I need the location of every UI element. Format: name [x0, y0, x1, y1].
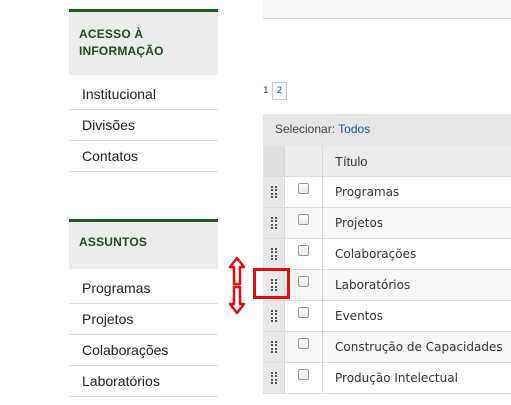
- content-table: Selecionar: Todos Título Programas Projet…: [263, 114, 511, 394]
- row-checkbox-cell: [285, 301, 323, 331]
- drag-handle-icon[interactable]: [263, 270, 285, 300]
- pagination: 12: [263, 82, 288, 100]
- sidebar-access-info: ACESSO À INFORMAÇÃO Institucional Divisõ…: [69, 9, 218, 172]
- heading-line1: ACESSO À: [79, 27, 144, 41]
- arrow-down-icon: [228, 285, 246, 315]
- row-checkbox-cell: [285, 270, 323, 300]
- sidebar-item-projetos[interactable]: Projetos: [69, 304, 218, 335]
- drag-column-header: [263, 146, 285, 176]
- table-row: Produção Intelectual: [263, 363, 511, 394]
- table-row: Colaborações: [263, 239, 511, 270]
- row-checkbox[interactable]: [298, 245, 309, 256]
- table-row: Construção de Capacidades: [263, 332, 511, 363]
- sidebar-item-institucional[interactable]: Institucional: [69, 79, 218, 110]
- select-label: Selecionar:: [275, 122, 336, 136]
- page-link-2[interactable]: 2: [271, 82, 288, 100]
- sidebar-item-laboratorios[interactable]: Laboratórios: [69, 366, 218, 397]
- table-row: Programas: [263, 177, 511, 208]
- table-row: Projetos: [263, 208, 511, 239]
- select-all-link[interactable]: Todos: [338, 122, 370, 136]
- row-title[interactable]: Projetos: [323, 208, 511, 238]
- sidebar-item-divisoes[interactable]: Divisões: [69, 110, 218, 141]
- row-checkbox[interactable]: [298, 276, 309, 287]
- row-checkbox[interactable]: [298, 307, 309, 318]
- drag-handle-icon[interactable]: [263, 239, 285, 269]
- table-header-row: Título: [263, 146, 511, 177]
- sidebar-assuntos: ASSUNTOS Programas Projetos Colaborações…: [69, 219, 218, 397]
- row-title[interactable]: Programas: [323, 177, 511, 207]
- row-checkbox-cell: [285, 177, 323, 207]
- drag-handle-icon[interactable]: [263, 177, 285, 207]
- row-checkbox[interactable]: [298, 183, 309, 194]
- sidebar-heading-access-info: ACESSO À INFORMAÇÃO: [69, 9, 218, 75]
- title-column-header[interactable]: Título: [323, 146, 511, 176]
- row-title[interactable]: Laboratórios: [323, 270, 511, 300]
- checkbox-column-header: [285, 146, 323, 176]
- row-checkbox[interactable]: [298, 369, 309, 380]
- page-current: 1: [263, 86, 269, 96]
- row-checkbox-cell: [285, 239, 323, 269]
- row-checkbox-cell: [285, 363, 323, 393]
- drag-handle-icon[interactable]: [263, 301, 285, 331]
- table-row: Laboratórios: [263, 270, 511, 301]
- row-checkbox-cell: [285, 208, 323, 238]
- row-title[interactable]: Colaborações: [323, 239, 511, 269]
- select-bar: Selecionar: Todos: [263, 114, 511, 146]
- drag-handle-icon[interactable]: [263, 208, 285, 238]
- drag-handle-icon[interactable]: [263, 363, 285, 393]
- table-row: Eventos: [263, 301, 511, 332]
- sidebar-item-colaboracoes[interactable]: Colaborações: [69, 335, 218, 366]
- sidebar-item-programas[interactable]: Programas: [69, 273, 218, 304]
- drag-handle-icon[interactable]: [263, 332, 285, 362]
- row-title[interactable]: Produção Intelectual: [323, 363, 511, 393]
- row-title[interactable]: Construção de Capacidades: [323, 332, 511, 362]
- row-title[interactable]: Eventos: [323, 301, 511, 331]
- heading-line2: INFORMAÇÃO: [79, 44, 164, 58]
- sidebar-heading-assuntos: ASSUNTOS: [69, 219, 218, 269]
- row-checkbox[interactable]: [298, 338, 309, 349]
- row-checkbox-cell: [285, 332, 323, 362]
- sidebar-item-contatos[interactable]: Contatos: [69, 141, 218, 172]
- arrow-up-icon: [228, 256, 246, 286]
- top-panel: [263, 0, 511, 19]
- row-checkbox[interactable]: [298, 214, 309, 225]
